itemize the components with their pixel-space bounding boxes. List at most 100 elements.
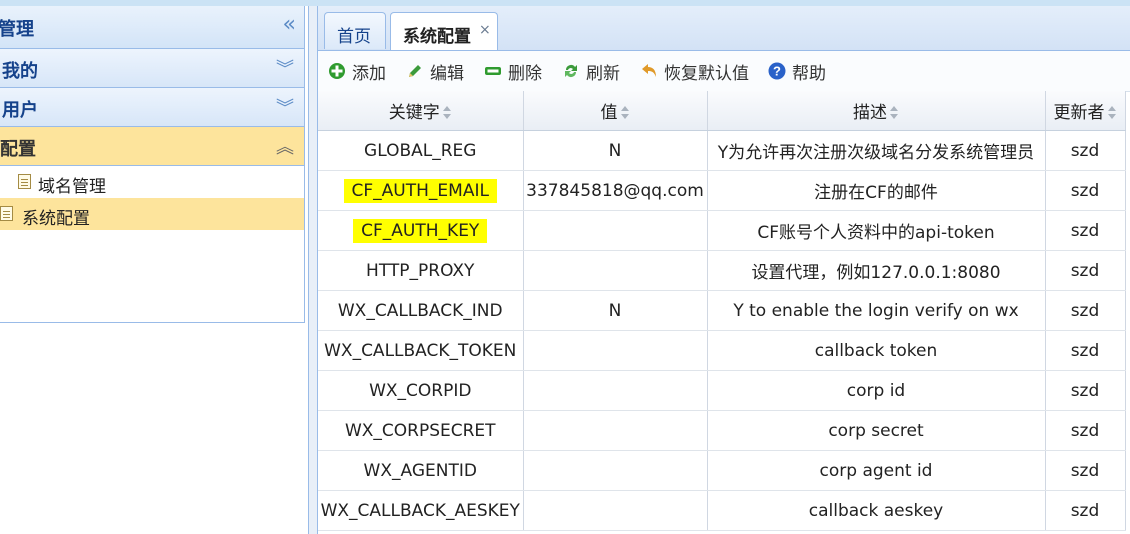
cell-description: Y to enable the login verify on wx xyxy=(707,290,1046,331)
delete-label: 删除 xyxy=(508,64,542,84)
table-row[interactable]: HTTP_PROXY 设置代理，例如127.0.0.1:8080 szd xyxy=(318,250,1126,291)
refresh-icon xyxy=(565,65,577,77)
cell-value xyxy=(523,370,708,411)
cell-updater: szd xyxy=(1045,290,1126,331)
column-header-label: 值 xyxy=(600,103,618,123)
restore-default-button[interactable]: 恢复默认值 xyxy=(640,59,752,84)
nav-item-domain-management[interactable]: 域名管理 xyxy=(0,166,304,198)
cell-description: CF账号个人资料中的api-token xyxy=(707,210,1046,251)
cell-updater: szd xyxy=(1045,410,1126,451)
cell-description: callback token xyxy=(707,330,1046,371)
sort-icon[interactable] xyxy=(890,106,899,120)
config-grid: 关键字 值 描述 更新者 GLOBAL_REG N Y为允许再次注册次级域名分发… xyxy=(318,91,1130,531)
table-row[interactable]: CF_AUTH_EMAIL 337845818@qq.com 注册在CF的邮件 … xyxy=(318,170,1126,211)
cell-key: WX_CALLBACK_IND xyxy=(318,290,524,331)
nav-section-label: 用户 xyxy=(2,100,38,121)
cell-key: CF_AUTH_EMAIL xyxy=(318,170,524,211)
delete-button[interactable]: 删除 xyxy=(484,59,548,84)
refresh-button[interactable]: 刷新 xyxy=(562,59,626,84)
cell-description: Y为允许再次注册次级域名分发系统管理员 xyxy=(707,130,1046,171)
cell-updater: szd xyxy=(1045,370,1126,411)
refresh-label: 刷新 xyxy=(586,64,620,84)
cell-description: corp agent id xyxy=(707,450,1046,491)
cell-value xyxy=(523,450,708,491)
add-label: 添加 xyxy=(352,64,386,84)
table-row[interactable]: WX_CALLBACK_AESKEY callback aeskey szd xyxy=(318,490,1126,531)
cell-description: callback aeskey xyxy=(707,490,1046,531)
nav-section-mine[interactable]: 我的 ︾ xyxy=(0,49,304,88)
tab-bar: 首页 系统配置 × xyxy=(318,6,1130,51)
help-icon: ? xyxy=(768,62,786,80)
remove-icon xyxy=(485,67,501,75)
config-table: 关键字 值 描述 更新者 GLOBAL_REG N Y为允许再次注册次级域名分发… xyxy=(318,91,1126,531)
document-icon xyxy=(18,174,31,189)
nav-section-users[interactable]: 用户 ︾ xyxy=(0,88,304,127)
cell-value xyxy=(523,210,708,251)
pencil-icon xyxy=(409,65,421,77)
tab-label: 系统配置 xyxy=(403,27,471,47)
tab-system-config[interactable]: 系统配置 × xyxy=(390,12,498,50)
edit-label: 编辑 xyxy=(430,64,464,84)
nav-section-config[interactable]: 配置 ︽ xyxy=(0,127,304,166)
collapse-left-icon[interactable]: « xyxy=(283,12,296,37)
cell-updater: szd xyxy=(1045,490,1126,531)
cell-value: N xyxy=(523,130,708,171)
edit-button[interactable]: 编辑 xyxy=(406,59,470,84)
cell-updater: szd xyxy=(1045,250,1126,291)
sort-icon[interactable] xyxy=(442,106,452,120)
table-row[interactable]: WX_CORPID corp id szd xyxy=(318,370,1126,411)
nav-title: 管理 xyxy=(0,19,34,40)
content-panel: 首页 系统配置 × 添加 编辑 删除 刷新 恢复默认值 ? 帮助 关键字 值 描… xyxy=(318,6,1130,534)
cell-updater: szd xyxy=(1045,170,1126,211)
tab-home[interactable]: 首页 xyxy=(324,12,386,49)
cell-value: N xyxy=(523,290,708,331)
expand-down-icon[interactable]: ︾ xyxy=(276,94,294,120)
cell-key: WX_AGENTID xyxy=(318,450,524,491)
collapse-up-icon[interactable]: ︽ xyxy=(276,133,294,159)
cell-key: HTTP_PROXY xyxy=(318,250,524,291)
column-header-description[interactable]: 描述 xyxy=(707,91,1046,131)
cell-value xyxy=(523,330,708,371)
nav-item-system-config[interactable]: 系统配置 xyxy=(0,198,304,230)
highlighted-key: CF_AUTH_KEY xyxy=(353,218,488,243)
panel-splitter[interactable] xyxy=(308,6,318,534)
cell-description: corp secret xyxy=(707,410,1046,451)
table-row[interactable]: WX_CALLBACK_IND N Y to enable the login … xyxy=(318,290,1126,331)
nav-panel: 管理 « 我的 ︾ 用户 ︾ 配置 ︽ 域名管理 系统配置 xyxy=(0,6,305,323)
table-row[interactable]: WX_AGENTID corp agent id szd xyxy=(318,450,1126,491)
expand-down-icon[interactable]: ︾ xyxy=(276,55,294,81)
cell-value xyxy=(523,250,708,291)
undo-icon xyxy=(642,64,656,77)
nav-item-label: 域名管理 xyxy=(38,177,106,197)
nav-section-label: 配置 xyxy=(0,139,36,160)
add-button[interactable]: 添加 xyxy=(328,59,392,84)
nav-header: 管理 « xyxy=(0,6,304,49)
help-label: 帮助 xyxy=(792,64,826,84)
sort-icon[interactable] xyxy=(1107,106,1117,120)
close-icon[interactable]: × xyxy=(479,22,491,38)
table-row[interactable]: WX_CORPSECRET corp secret szd xyxy=(318,410,1126,451)
cell-description: corp id xyxy=(707,370,1046,411)
column-header-value[interactable]: 值 xyxy=(523,91,708,131)
cell-description: 设置代理，例如127.0.0.1:8080 xyxy=(707,250,1046,291)
cell-updater: szd xyxy=(1045,130,1126,171)
cell-updater: szd xyxy=(1045,450,1126,491)
cell-value xyxy=(523,410,708,451)
cell-key: CF_AUTH_KEY xyxy=(318,210,524,251)
cell-value: 337845818@qq.com xyxy=(523,170,708,211)
cell-updater: szd xyxy=(1045,210,1126,251)
help-button[interactable]: ? 帮助 xyxy=(768,59,832,84)
cell-key: WX_CALLBACK_TOKEN xyxy=(318,330,524,371)
table-row[interactable]: WX_CALLBACK_TOKEN callback token szd xyxy=(318,330,1126,371)
column-header-updater[interactable]: 更新者 xyxy=(1045,91,1126,131)
table-row[interactable]: CF_AUTH_KEY CF账号个人资料中的api-token szd xyxy=(318,210,1126,251)
svg-text:?: ? xyxy=(773,64,781,79)
sort-icon[interactable] xyxy=(620,106,630,120)
nav-section-label: 我的 xyxy=(2,61,38,82)
cell-key: GLOBAL_REG xyxy=(318,130,524,171)
cell-updater: szd xyxy=(1045,330,1126,371)
cell-key: WX_CORPSECRET xyxy=(318,410,524,451)
table-row[interactable]: GLOBAL_REG N Y为允许再次注册次级域名分发系统管理员 szd xyxy=(318,130,1126,171)
cell-description: 注册在CF的邮件 xyxy=(707,170,1046,211)
column-header-key[interactable]: 关键字 xyxy=(318,91,524,131)
